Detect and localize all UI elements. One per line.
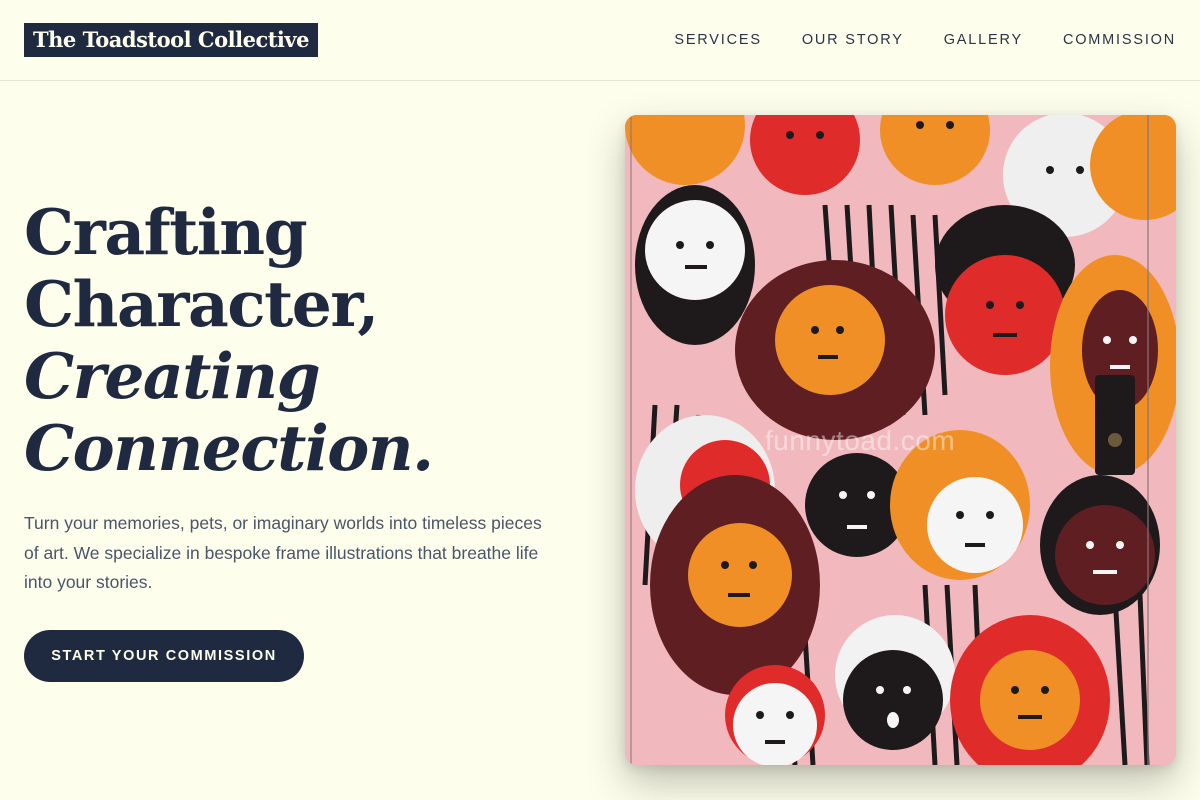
nav-link-gallery[interactable]: GALLERY <box>944 30 1023 50</box>
main-nav: SERVICES OUR STORY GALLERY COMMISSION <box>674 30 1176 50</box>
brand-logo[interactable]: The Toadstool Collective <box>24 23 318 57</box>
hero-illustration: funnytoad.com <box>625 115 1176 765</box>
door-latch <box>1095 375 1135 475</box>
nav-link-commission[interactable]: COMMISSION <box>1063 30 1176 50</box>
headline-line-4: Connection. <box>24 411 434 485</box>
nav-link-services[interactable]: SERVICES <box>674 30 761 50</box>
headline-line-2: Character, <box>24 267 379 341</box>
image-watermark: funnytoad.com <box>765 425 956 456</box>
headline-line-3: Creating <box>24 339 321 413</box>
start-commission-button[interactable]: START YOUR COMMISSION <box>24 630 304 682</box>
nav-link-our-story[interactable]: OUR STORY <box>802 30 904 50</box>
hero-description: Turn your memories, pets, or imaginary w… <box>24 513 542 592</box>
hero-headline: Crafting Character, Creating Connection. <box>24 196 584 484</box>
headline-line-1: Crafting <box>24 195 308 269</box>
site-header: The Toadstool Collective SERVICES OUR ST… <box>0 0 1200 81</box>
